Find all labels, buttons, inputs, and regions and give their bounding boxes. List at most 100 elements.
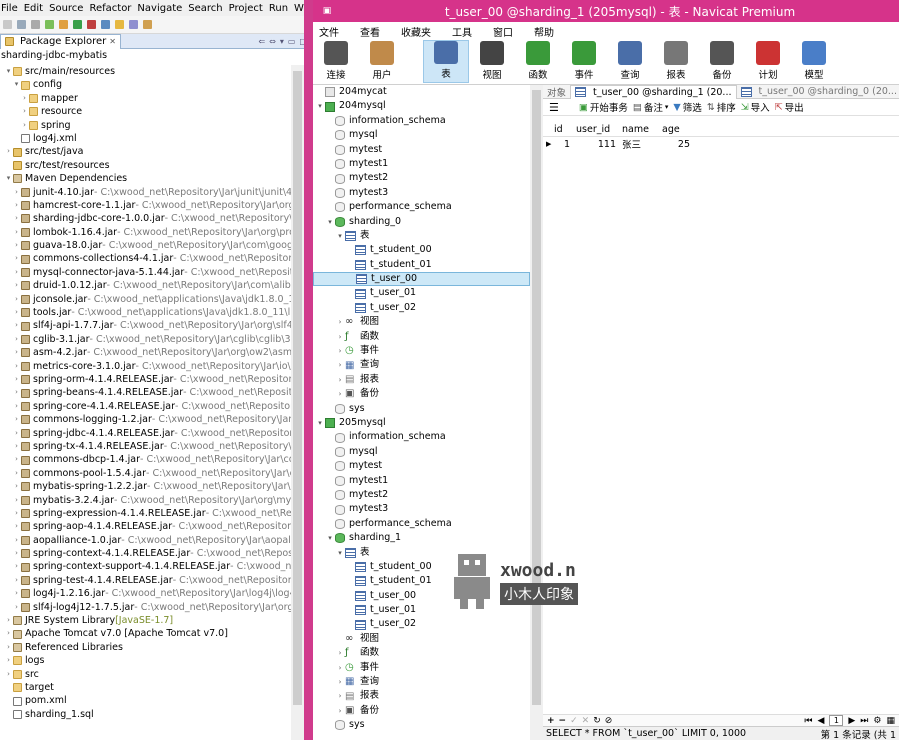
expand-toggle-icon[interactable]: › bbox=[4, 654, 13, 667]
add-record-icon[interactable]: + bbox=[547, 716, 555, 726]
tree-item[interactable]: ›slf4j-api-1.7.7.jar - C:\xwood_net\Repo… bbox=[0, 319, 291, 332]
expand-toggle-icon[interactable]: › bbox=[335, 373, 345, 387]
close-icon[interactable]: ✕ bbox=[109, 37, 116, 46]
expand-toggle-icon[interactable]: › bbox=[12, 574, 21, 587]
expand-toggle-icon[interactable]: ▾ bbox=[12, 78, 21, 91]
tree-item[interactable]: mytest2 bbox=[313, 171, 530, 185]
tree-item[interactable]: ›mapper bbox=[0, 92, 291, 105]
search-icon[interactable] bbox=[129, 20, 138, 29]
tree-item[interactable]: sys bbox=[313, 402, 530, 416]
column-header[interactable]: age bbox=[659, 124, 693, 135]
tree-item[interactable]: ▾sharding_1 bbox=[313, 531, 530, 545]
toolbar-button[interactable]: 计划 bbox=[745, 40, 791, 83]
tree-item[interactable]: ›resource bbox=[0, 105, 291, 118]
tree-item[interactable]: log4j.xml bbox=[0, 132, 291, 145]
expand-toggle-icon[interactable]: › bbox=[12, 413, 21, 426]
tree-item[interactable]: ›∞视图 bbox=[313, 315, 530, 329]
tab-t-user-00-sharding-0[interactable]: t_user_00 @sharding_0 (20... bbox=[737, 85, 899, 99]
tree-item[interactable]: ›src bbox=[0, 668, 291, 681]
expand-toggle-icon[interactable]: › bbox=[4, 145, 13, 158]
tree-item[interactable]: information_schema bbox=[313, 114, 530, 128]
tree-item[interactable]: ›druid-1.0.12.jar - C:\xwood_net\Reposit… bbox=[0, 279, 291, 292]
begin-transaction-button[interactable]: ▣开始事务 bbox=[579, 100, 628, 114]
tree-item[interactable]: ›spring-orm-4.1.4.RELEASE.jar - C:\xwood… bbox=[0, 373, 291, 386]
tree-item[interactable]: ›metrics-core-3.1.0.jar - C:\xwood_net\R… bbox=[0, 360, 291, 373]
tree-item[interactable]: ›tools.jar - C:\xwood_net\applications\J… bbox=[0, 306, 291, 319]
tree-item[interactable]: ›mybatis-spring-1.2.2.jar - C:\xwood_net… bbox=[0, 480, 291, 493]
refresh-icon[interactable]: ↻ bbox=[593, 716, 601, 726]
tree-item[interactable]: ›hamcrest-core-1.1.jar - C:\xwood_net\Re… bbox=[0, 199, 291, 212]
table-row[interactable]: ▶ 1 111 张三 25 bbox=[543, 137, 899, 151]
expand-toggle-icon[interactable]: › bbox=[12, 239, 21, 252]
tree-item[interactable]: ›spring bbox=[0, 119, 291, 132]
tree-item[interactable]: mytest3 bbox=[313, 502, 530, 516]
grid-view-icon[interactable]: ▦ bbox=[886, 716, 895, 726]
expand-toggle-icon[interactable]: › bbox=[335, 387, 345, 401]
expand-toggle-icon[interactable]: › bbox=[12, 427, 21, 440]
bookmark-icon[interactable] bbox=[143, 20, 152, 29]
scrollbar-thumb[interactable] bbox=[293, 71, 302, 705]
tree-item[interactable]: ›aopalliance-1.0.jar - C:\xwood_net\Repo… bbox=[0, 534, 291, 547]
minimize-icon[interactable]: ▭ bbox=[288, 37, 296, 46]
expand-toggle-icon[interactable]: › bbox=[12, 400, 21, 413]
scrollbar-thumb[interactable] bbox=[532, 90, 541, 705]
link-editor-icon[interactable]: ⇔ bbox=[269, 37, 276, 46]
tree-item[interactable]: ›◷事件 bbox=[313, 344, 530, 358]
tree-item[interactable]: mysql bbox=[313, 445, 530, 459]
new-package-icon[interactable] bbox=[101, 20, 110, 29]
external-tools-icon[interactable] bbox=[87, 20, 96, 29]
expand-toggle-icon[interactable]: › bbox=[12, 199, 21, 212]
menu-item[interactable]: 帮助 bbox=[534, 24, 554, 39]
expand-toggle-icon[interactable]: ▾ bbox=[325, 215, 335, 229]
column-header[interactable]: user_id bbox=[573, 124, 619, 135]
expand-toggle-icon[interactable]: › bbox=[12, 440, 21, 453]
expand-toggle-icon[interactable]: › bbox=[20, 92, 29, 105]
tree-item[interactable]: ›▣备份 bbox=[313, 704, 530, 718]
first-page-icon[interactable]: ⏮ bbox=[804, 716, 812, 726]
menu-item[interactable]: Run bbox=[269, 3, 288, 14]
project-node[interactable]: sharding-jdbc-mybatis bbox=[0, 49, 310, 63]
menu-item[interactable]: 文件 bbox=[319, 24, 339, 39]
expand-toggle-icon[interactable]: › bbox=[12, 386, 21, 399]
delete-record-icon[interactable]: − bbox=[559, 716, 567, 726]
expand-toggle-icon[interactable]: › bbox=[12, 252, 21, 265]
tree-item[interactable]: src/test/resources bbox=[0, 159, 291, 172]
toolbar-button[interactable]: 视图 bbox=[469, 40, 515, 83]
menu-item[interactable]: Edit bbox=[24, 3, 43, 14]
expand-toggle-icon[interactable]: › bbox=[12, 467, 21, 480]
expand-toggle-icon[interactable]: › bbox=[4, 614, 13, 627]
expand-toggle-icon[interactable]: › bbox=[12, 480, 21, 493]
tree-item[interactable]: ›◷事件 bbox=[313, 661, 530, 675]
expand-toggle-icon[interactable]: ▾ bbox=[315, 416, 325, 430]
tree-item[interactable]: ›spring-aop-4.1.4.RELEASE.jar - C:\xwood… bbox=[0, 520, 291, 533]
tree-item[interactable]: ▾src/main/resources bbox=[0, 65, 291, 78]
grid-cell[interactable]: 张三 bbox=[619, 137, 659, 151]
tree-item[interactable]: ›junit-4.10.jar - C:\xwood_net\Repositor… bbox=[0, 186, 291, 199]
tree-item[interactable]: ›spring-tx-4.1.4.RELEASE.jar - C:\xwood_… bbox=[0, 440, 291, 453]
tree-item[interactable]: ›mybatis-3.2.4.jar - C:\xwood_net\Reposi… bbox=[0, 494, 291, 507]
toolbar-button[interactable]: 报表 bbox=[653, 40, 699, 83]
expand-toggle-icon[interactable]: ▾ bbox=[325, 531, 335, 545]
open-folder-icon[interactable] bbox=[115, 20, 124, 29]
grid-cell[interactable]: 25 bbox=[659, 139, 693, 150]
expand-toggle-icon[interactable]: ▾ bbox=[315, 99, 325, 113]
tree-item[interactable]: mytest bbox=[313, 459, 530, 473]
tree-item[interactable]: information_schema bbox=[313, 430, 530, 444]
expand-toggle-icon[interactable]: › bbox=[335, 689, 345, 703]
menu-item[interactable]: Refactor bbox=[89, 3, 131, 14]
expand-toggle-icon[interactable]: › bbox=[12, 212, 21, 225]
tree-item[interactable]: ▾表 bbox=[313, 229, 530, 243]
menu-icon[interactable]: ☰ bbox=[549, 101, 559, 114]
menu-item[interactable]: 查看 bbox=[360, 24, 380, 39]
save-icon[interactable] bbox=[17, 20, 26, 29]
tree-item[interactable]: t_user_01 bbox=[313, 286, 530, 300]
expand-toggle-icon[interactable]: › bbox=[12, 507, 21, 520]
menu-item[interactable]: Navigate bbox=[137, 3, 182, 14]
tree-item[interactable]: mytest2 bbox=[313, 488, 530, 502]
menu-item[interactable]: 收藏夹 bbox=[401, 24, 431, 39]
tree-item[interactable]: ›spring-beans-4.1.4.RELEASE.jar - C:\xwo… bbox=[0, 386, 291, 399]
toolbar-button[interactable]: 函数 bbox=[515, 40, 561, 83]
expand-toggle-icon[interactable]: › bbox=[12, 186, 21, 199]
expand-toggle-icon[interactable]: › bbox=[335, 675, 345, 689]
expand-toggle-icon[interactable]: › bbox=[12, 360, 21, 373]
